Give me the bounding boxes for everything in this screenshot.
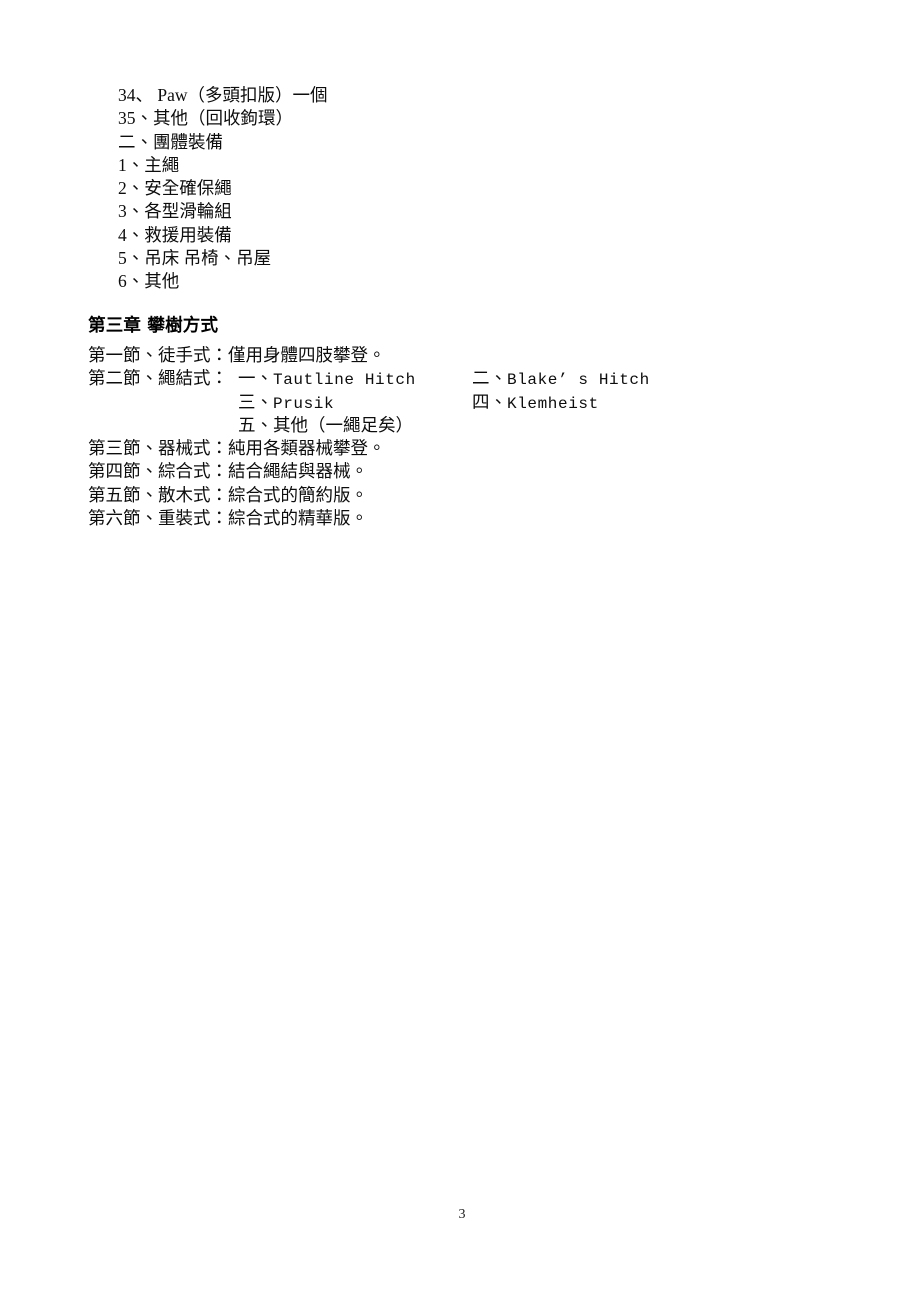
section-2-lead: 第二節、繩結式： — [88, 368, 228, 389]
section-line-4: 第四節、綜合式：結合繩結與器械。 — [88, 461, 368, 482]
knot-name: Tautline Hitch — [273, 371, 416, 390]
list-item: 1、主繩 — [118, 154, 180, 175]
section-line-5: 第五節、散木式：綜合式的簡約版。 — [88, 484, 368, 505]
section-line-2-row-2: 三、Prusik 四、Klemheist — [0, 391, 920, 414]
section-line-1: 第一節、徒手式：僅用身體四肢攀登。 — [88, 345, 386, 365]
list-item: 3、各型滑輪組 — [118, 201, 232, 222]
page-number: 3 — [0, 1206, 920, 1224]
knot-name: Blake’ s Hitch — [507, 371, 650, 390]
knot-number: 五、 — [238, 414, 273, 435]
knot-number: 四、 — [472, 391, 507, 412]
knot-number: 一、 — [238, 368, 273, 389]
knot-col2-row1: 二、Blake’ s Hitch — [472, 367, 650, 392]
list-item: 5、吊床 吊椅、吊屋 — [118, 248, 272, 269]
knot-number: 二、 — [472, 368, 507, 389]
knot-col1-row1: 一、Tautline Hitch — [238, 367, 416, 392]
section-line-3: 第三節、器械式：純用各類器械攀登。 — [88, 438, 386, 459]
knot-col1-row3: 五、其他（一繩足矣） — [238, 414, 413, 437]
equipment-list: 34、 Paw（多頭扣版）一個 35、其他（回收鉤環） 二、團體裝備 1、主繩 … — [0, 84, 920, 294]
knot-name: 其他（一繩足矣） — [273, 414, 413, 435]
knot-col1-row2: 三、Prusik — [238, 391, 334, 416]
section-line-6: 第六節、重裝式：綜合式的精華版。 — [88, 508, 368, 529]
knot-number: 三、 — [238, 391, 273, 412]
list-item: 二、團體裝備 — [118, 131, 223, 152]
list-item: 35、其他（回收鉤環） — [118, 108, 293, 129]
knot-name: Klemheist — [507, 394, 599, 413]
page-number-value: 3 — [458, 1207, 466, 1222]
list-item: 34、 Paw（多頭扣版）一個 — [118, 85, 328, 105]
list-item: 4、救援用裝備 — [118, 224, 232, 245]
chapter-heading: 第三章 攀樹方式 — [88, 316, 219, 336]
section-line-2-row-3: 五、其他（一繩足矣） — [0, 414, 920, 437]
document-page: 34、 Paw（多頭扣版）一個 35、其他（回收鉤環） 二、團體裝備 1、主繩 … — [0, 0, 920, 1302]
knot-col2-row2: 四、Klemheist — [472, 391, 599, 416]
list-item: 6、其他 — [118, 271, 180, 292]
knot-name: Prusik — [273, 394, 335, 413]
section-line-2-row-1: 第二節、繩結式： 一、Tautline Hitch 二、Blake’ s Hit… — [0, 367, 920, 390]
list-item: 2、安全確保繩 — [118, 178, 232, 199]
sections-block: 第一節、徒手式：僅用身體四肢攀登。 第二節、繩結式： 一、Tautline Hi… — [0, 344, 920, 530]
